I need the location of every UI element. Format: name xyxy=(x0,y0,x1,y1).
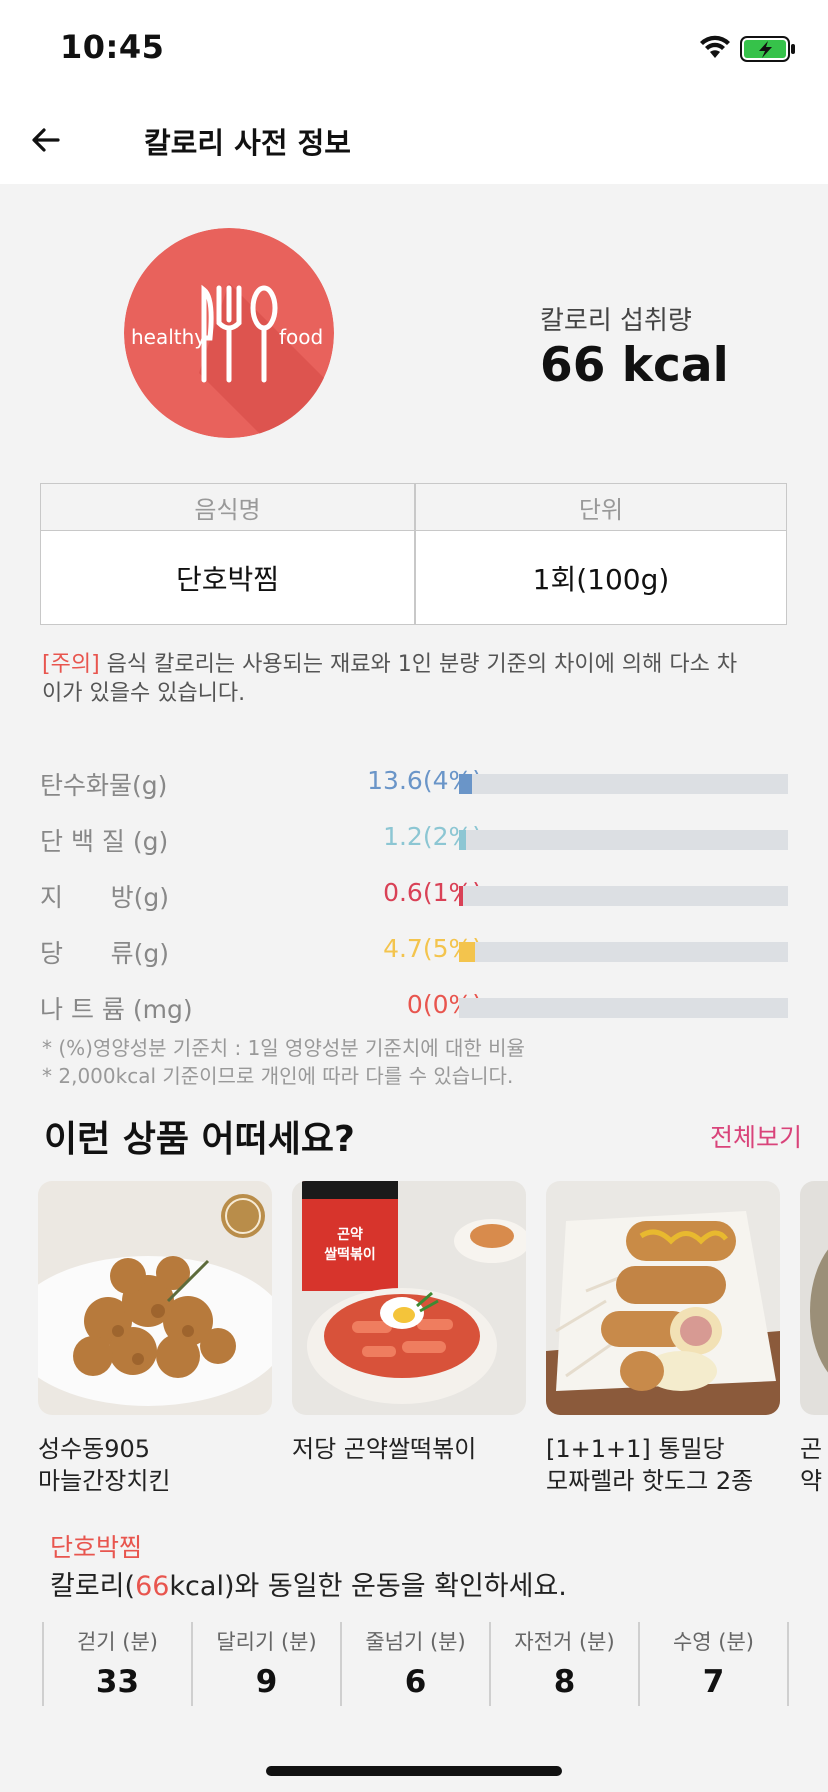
nutrient-row-protein: 단 백 질 (g) 1.2(2%) xyxy=(40,818,790,858)
intake-value: 66 kcal xyxy=(540,338,729,393)
nutrient-value: 1.2(2%) xyxy=(383,822,482,851)
nutrient-row-sugar: 당 류(g) 4.7(5%) xyxy=(40,930,790,970)
footnote-line: * 2,000kcal 기준이므로 개인에 따라 다를 수 있습니다. xyxy=(42,1064,514,1088)
product-name: 곤약 xyxy=(800,1435,823,1495)
exercise-label: 줄넘기 (분) xyxy=(365,1630,466,1654)
exercise-kcal: 66 xyxy=(135,1571,170,1602)
exercise-label: 수영 (분) xyxy=(672,1630,755,1654)
svg-text:food: food xyxy=(279,325,323,349)
view-all-link[interactable]: 전체보기 xyxy=(710,1118,802,1154)
product-card[interactable]: [1+1+1] 통밀당 모짜렐라 핫도그 2종 xyxy=(546,1181,780,1497)
exercise-running: 달리기 (분) 9 xyxy=(193,1622,342,1706)
exercise-jump-rope: 줄넘기 (분) 6 xyxy=(342,1622,491,1706)
nutrient-bar xyxy=(459,830,788,850)
food-info-table: 음식명 단위 단호박찜 1회(100g) xyxy=(40,483,787,625)
nutrient-bar xyxy=(459,774,788,794)
product-card[interactable]: 곤약 쌀떡볶이 저당 곤약쌀떡볶이 xyxy=(292,1181,526,1465)
exercise-text-prefix: 칼로리( xyxy=(50,1571,136,1602)
healthy-food-logo: healthy food xyxy=(124,228,334,438)
nutrient-label: 당 류(g) xyxy=(40,939,170,968)
exercise-food-name: 단호박찜 xyxy=(50,1533,143,1562)
exercise-value: 6 xyxy=(404,1664,427,1700)
food-name-value: 단호박찜 xyxy=(41,531,414,624)
nutrient-bar-fill xyxy=(459,774,472,794)
exercise-swimming: 수영 (분) 7 xyxy=(640,1622,789,1706)
exercise-value: 8 xyxy=(553,1664,576,1700)
nutrient-row-carbohydrate: 탄수화물(g) 13.6(4%) xyxy=(40,762,790,802)
nutrient-value: 13.6(4%) xyxy=(367,766,482,795)
exercise-value: 33 xyxy=(95,1664,140,1700)
svg-text:healthy: healthy xyxy=(131,325,206,349)
product-name: [1+1+1] 통밀당 모짜렐라 핫도그 2종 xyxy=(546,1435,754,1495)
product-image xyxy=(38,1181,272,1415)
page-title: 칼로리 사전 정보 xyxy=(144,126,351,160)
exercise-label: 걷기 (분) xyxy=(76,1630,159,1654)
product-card[interactable]: 곤약 xyxy=(800,1181,828,1497)
nutrient-label: 단 백 질 (g) xyxy=(40,827,169,856)
nutrient-value: 4.7(5%) xyxy=(383,934,482,963)
product-image xyxy=(546,1181,780,1415)
table-divider xyxy=(414,484,416,624)
status-bar: 10:45 xyxy=(0,0,828,100)
wifi-icon xyxy=(700,35,730,58)
product-image xyxy=(800,1181,828,1415)
footnote-line: * (%)영양성분 기준치 : 1일 영양성분 기준치에 대한 비율 xyxy=(42,1036,525,1060)
svg-text:쌀떡볶이: 쌀떡볶이 xyxy=(324,1246,376,1263)
nutrient-value: 0.6(1%) xyxy=(383,878,482,907)
nutrient-value: 0(0%) xyxy=(406,990,482,1019)
nutrient-label: 나 트 륨 (mg) xyxy=(40,995,193,1024)
home-indicator[interactable] xyxy=(266,1766,562,1776)
notice-text: 음식 칼로리는 사용되는 재료와 1인 분량 기준의 차이에 의해 다소 차이가… xyxy=(42,652,738,706)
nutrient-bar-fill xyxy=(459,942,475,962)
nutrient-bar xyxy=(459,886,788,906)
battery-icon xyxy=(740,36,795,62)
nutrient-row-fat: 지 방(g) 0.6(1%) xyxy=(40,874,790,914)
unit-value: 1회(100g) xyxy=(416,531,786,624)
exercise-label: 달리기 (분) xyxy=(216,1630,317,1654)
product-name: 저당 곤약쌀떡볶이 xyxy=(292,1435,477,1463)
nutrient-footnote: * (%)영양성분 기준치 : 1일 영양성분 기준치에 대한 비율 * 2,0… xyxy=(42,1034,525,1090)
calorie-notice: [주의] 음식 칼로리는 사용되는 재료와 1인 분량 기준의 차이에 의해 다… xyxy=(42,650,742,708)
exercise-text-suffix: kcal)와 동일한 운동을 확인하세요. xyxy=(169,1571,567,1602)
nutrient-label: 지 방(g) xyxy=(40,883,170,912)
svg-text:곤약: 곤약 xyxy=(337,1226,363,1243)
unit-header: 단위 xyxy=(578,495,624,524)
table-divider xyxy=(41,530,786,531)
product-image: 곤약 쌀떡볶이 xyxy=(292,1181,526,1415)
exercise-description: 칼로리(66kcal)와 동일한 운동을 확인하세요. xyxy=(50,1564,567,1603)
nutrient-row-sodium: 나 트 륨 (mg) 0(0%) xyxy=(40,986,790,1026)
exercise-grid: 걷기 (분) 33 달리기 (분) 9 줄넘기 (분) 6 자전거 (분) 8 … xyxy=(42,1622,789,1706)
nutrient-bar-fill xyxy=(459,830,466,850)
intake-label: 칼로리 섭취량 xyxy=(540,306,692,336)
product-card[interactable]: 성수동905 마늘간장치킨 xyxy=(38,1181,272,1497)
nutrient-bar-fill xyxy=(459,886,463,906)
exercise-cycling: 자전거 (분) 8 xyxy=(491,1622,640,1706)
back-arrow-icon[interactable] xyxy=(28,122,64,158)
food-name-header: 음식명 xyxy=(194,495,261,524)
exercise-value: 9 xyxy=(255,1664,278,1700)
status-time: 10:45 xyxy=(60,28,165,66)
exercise-label: 자전거 (분) xyxy=(514,1630,615,1654)
nutrient-bar xyxy=(459,942,788,962)
product-name: 성수동905 마늘간장치킨 xyxy=(38,1435,171,1495)
nutrient-bar xyxy=(459,998,788,1018)
header: 칼로리 사전 정보 xyxy=(0,100,828,184)
notice-tag: [주의] xyxy=(42,652,100,677)
nutrient-label: 탄수화물(g) xyxy=(40,771,168,800)
exercise-value: 7 xyxy=(702,1664,725,1700)
exercise-walking: 걷기 (분) 33 xyxy=(44,1622,193,1706)
recommend-title: 이런 상품 어떠세요? xyxy=(44,1119,355,1160)
